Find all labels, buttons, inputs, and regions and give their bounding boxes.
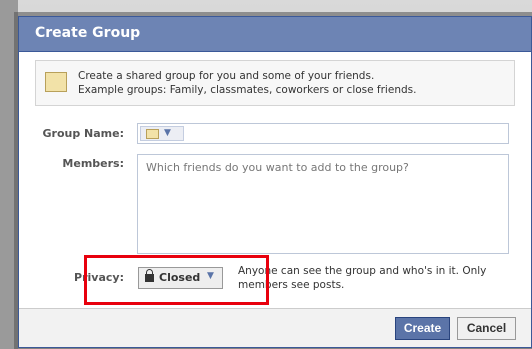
intro-text: Create a shared group for you and some o… [78, 69, 416, 97]
chevron-down-icon: ▼ [164, 128, 171, 138]
group-picker-icon [146, 129, 159, 139]
create-button[interactable]: Create [395, 317, 450, 340]
cancel-button[interactable]: Cancel [457, 317, 516, 340]
dialog-footer: Create Cancel [19, 308, 531, 347]
group-icon [45, 72, 67, 92]
privacy-desc-line-1: Anyone can see the group and who's in it… [238, 265, 487, 277]
group-name-input[interactable]: ▼ [137, 123, 509, 144]
members-input[interactable]: Which friends do you want to add to the … [137, 154, 509, 254]
background-strip [0, 0, 18, 349]
members-placeholder: Which friends do you want to add to the … [146, 161, 409, 174]
intro-line-2: Example groups: Family, classmates, cowo… [78, 84, 417, 96]
privacy-desc-line-2: members see posts. [238, 279, 345, 291]
create-group-dialog: Create Group Create a shared group for y… [18, 16, 532, 348]
intro-box: Create a shared group for you and some o… [35, 60, 515, 106]
group-icon-picker[interactable]: ▼ [140, 126, 184, 141]
highlight-annotation [84, 255, 269, 305]
dialog-title: Create Group [35, 25, 141, 41]
group-name-label: Group Name: [42, 127, 125, 140]
privacy-description: Anyone can see the group and who's in it… [238, 264, 486, 292]
intro-line-1: Create a shared group for you and some o… [78, 70, 375, 82]
members-label: Members: [62, 157, 124, 170]
dialog-title-bar: Create Group [19, 17, 531, 52]
